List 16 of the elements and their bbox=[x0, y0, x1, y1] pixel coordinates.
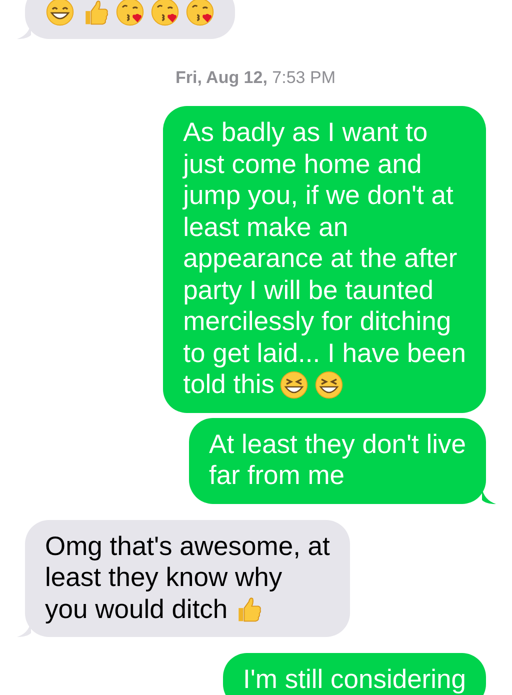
message-text: mercilessly for ditching bbox=[183, 306, 452, 338]
message-text: At least they don't live bbox=[209, 428, 466, 460]
message-text: jump you, if we don't at bbox=[183, 180, 454, 212]
message-text: just come home and bbox=[183, 148, 422, 180]
message-text: told this bbox=[183, 369, 274, 400]
message-text: Omg that's awesome, at bbox=[45, 530, 330, 562]
message-text: you would ditch bbox=[45, 594, 228, 625]
message-text: As badly as I want to bbox=[183, 117, 428, 148]
message-text: to get laid... I have been bbox=[183, 338, 466, 369]
message-text: party I will be taunted bbox=[183, 274, 434, 306]
message-text: I'm still considering bbox=[242, 664, 466, 695]
message-text: least they know why bbox=[45, 562, 282, 594]
message-text: appearance at the after bbox=[183, 243, 458, 274]
timestamp: Fri, Aug 12, 7:53 PM bbox=[174, 68, 336, 88]
message-text: far from me bbox=[209, 460, 345, 492]
message-text: least make an bbox=[183, 212, 348, 243]
